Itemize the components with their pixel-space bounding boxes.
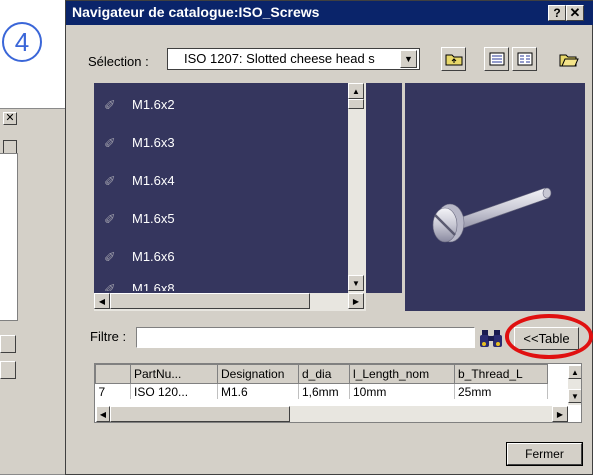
- table-cell: M1.6: [217, 383, 299, 399]
- chevron-down-icon[interactable]: ▼: [400, 50, 417, 68]
- scrollbar-corner: [366, 293, 402, 311]
- list-vertical-scrollbar[interactable]: ▲ ▼: [348, 83, 366, 293]
- step-number-marker: 4: [2, 22, 42, 62]
- table-header-row: PartNu... Designation d_dia l_Length_nom…: [95, 364, 548, 384]
- selection-label: Sélection :: [88, 54, 149, 69]
- folder-up-icon[interactable]: [441, 47, 466, 71]
- dialog-title: Navigateur de catalogue:ISO_Screws: [66, 1, 593, 25]
- table-header-cell[interactable]: b_Thread_L: [454, 364, 548, 384]
- table-header-cell[interactable]: Designation: [217, 364, 299, 384]
- scroll-thumb[interactable]: [110, 406, 290, 422]
- table-cell: 10mm: [349, 383, 455, 399]
- list-item[interactable]: ✐ M1.6x5: [94, 207, 364, 237]
- scroll-thumb[interactable]: [110, 293, 310, 309]
- close-dialog-button[interactable]: Fermer: [506, 442, 583, 466]
- filter-input[interactable]: [136, 327, 475, 348]
- table-header-cell[interactable]: PartNu...: [130, 364, 218, 384]
- screw-icon: ✐: [104, 249, 116, 265]
- scroll-thumb[interactable]: [348, 99, 364, 109]
- scroll-down-icon[interactable]: ▼: [568, 389, 581, 403]
- table-vertical-scrollbar[interactable]: ▲ ▼: [568, 365, 581, 405]
- scroll-down-icon[interactable]: ▼: [348, 275, 364, 291]
- catalog-browser-dialog: Navigateur de catalogue:ISO_Screws ? ✕ S…: [65, 0, 593, 475]
- screw-icon: ✐: [104, 97, 116, 113]
- scroll-right-icon[interactable]: ▶: [348, 293, 364, 309]
- table-header-cell[interactable]: [95, 364, 131, 384]
- table-cell: ISO 120...: [130, 383, 218, 399]
- list-item[interactable]: ✐ M1.6x4: [94, 169, 364, 199]
- background-window: ✕: [0, 108, 72, 475]
- parts-table[interactable]: PartNu... Designation d_dia l_Length_nom…: [94, 363, 582, 423]
- list-item[interactable]: ✐ M1.6x3: [94, 131, 364, 161]
- help-button[interactable]: ?: [548, 5, 566, 21]
- highlight-ring-annotation: [505, 314, 593, 359]
- screw-preview-image: [432, 187, 552, 243]
- screw-icon: ✐: [104, 211, 116, 227]
- table-cell: 1,6mm: [298, 383, 350, 399]
- screw-icon: ✐: [104, 135, 116, 151]
- filter-label: Filtre :: [90, 329, 127, 344]
- scroll-left-icon[interactable]: ◀: [94, 293, 110, 309]
- table-horizontal-scrollbar[interactable]: ◀ ▶: [96, 406, 568, 422]
- screw-icon: ✐: [104, 281, 116, 291]
- list-item[interactable]: ✐ M1.6x2: [94, 93, 364, 123]
- scroll-right-icon[interactable]: ▶: [552, 406, 568, 422]
- open-folder-icon[interactable]: [556, 47, 581, 71]
- list-horizontal-scrollbar[interactable]: ◀ ▶: [94, 293, 366, 311]
- background-toolbar-icon[interactable]: [3, 140, 17, 154]
- list-item[interactable]: ✐ M1.6x8: [94, 277, 364, 291]
- scroll-up-icon[interactable]: ▲: [568, 365, 581, 379]
- table-header-cell[interactable]: d_dia: [298, 364, 350, 384]
- selection-combo[interactable]: ISO 1207: Slotted cheese head s: [167, 48, 420, 70]
- list-item[interactable]: ✐ M1.6x6: [94, 245, 364, 275]
- table-row[interactable]: 7 ISO 120... M1.6 1,6mm 10mm 25mm: [95, 383, 548, 399]
- binoculars-icon[interactable]: [477, 325, 505, 351]
- selection-value: ISO 1207: Slotted cheese head s: [184, 51, 375, 66]
- table-cell: 25mm: [454, 383, 548, 399]
- scroll-up-icon[interactable]: ▲: [348, 83, 364, 99]
- part-preview: [405, 83, 585, 311]
- table-header-cell[interactable]: l_Length_nom: [349, 364, 455, 384]
- background-list-pane: [0, 153, 18, 321]
- background-button[interactable]: [0, 335, 16, 353]
- background-button[interactable]: [0, 361, 16, 379]
- scroll-left-icon[interactable]: ◀: [96, 406, 110, 422]
- close-button[interactable]: ✕: [566, 5, 584, 21]
- details-view-icon[interactable]: [484, 47, 509, 71]
- list-view-icon[interactable]: [512, 47, 537, 71]
- screw-icon: ✐: [104, 173, 116, 189]
- background-close-icon[interactable]: ✕: [3, 112, 17, 125]
- table-cell: 7: [95, 383, 131, 399]
